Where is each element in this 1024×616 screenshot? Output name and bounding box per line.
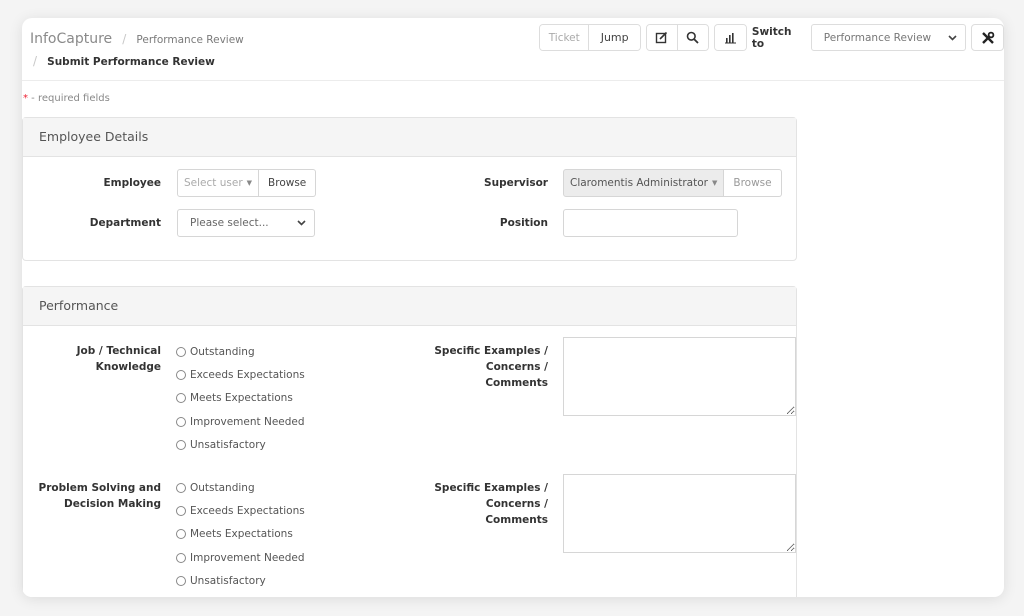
criterion-rating-group: Outstanding Exceeds Expectations Meets E… — [176, 340, 305, 456]
radio-button[interactable] — [176, 416, 186, 427]
rating-option[interactable]: Outstanding — [176, 340, 305, 363]
supervisor-label: Supervisor — [484, 177, 548, 189]
admin-tools-button[interactable] — [971, 24, 1004, 51]
app-window: InfoCapture / Performance Review / Submi… — [22, 18, 1004, 597]
radio-button[interactable] — [176, 369, 186, 380]
rating-option-label: Meets Expectations — [190, 392, 293, 405]
comments-label: Specific Examples / Concerns / Comments — [434, 482, 548, 526]
department-select[interactable]: Please select... — [177, 209, 315, 237]
employee-picker: Select user ▼ Browse — [177, 169, 317, 197]
radio-button[interactable] — [176, 439, 186, 450]
employee-details-panel: Employee Details Employee Select user ▼ B… — [22, 117, 797, 261]
rating-option[interactable]: Exceeds Expectations — [176, 363, 305, 386]
search-icon — [687, 31, 700, 44]
breadcrumb-current: Submit Performance Review — [47, 56, 215, 68]
breadcrumb-separator: / — [33, 54, 38, 68]
rating-option[interactable]: Unsatisfactory — [176, 433, 305, 456]
breadcrumb-app[interactable]: InfoCapture — [30, 31, 112, 47]
required-fields-text: - required fields — [28, 93, 110, 104]
department-value: Please select... — [190, 217, 269, 229]
employee-placeholder: Select user — [184, 177, 243, 189]
comments-textarea[interactable] — [563, 337, 796, 416]
radio-button[interactable] — [176, 482, 186, 493]
panel-title: Employee Details — [23, 118, 796, 157]
required-fields-note: * - required fields — [23, 93, 110, 104]
rating-option[interactable]: Improvement Needed — [176, 546, 305, 569]
rating-option[interactable]: Outstanding — [176, 476, 305, 499]
employee-label: Employee — [103, 177, 161, 189]
caret-down-icon: ▼ — [246, 179, 253, 187]
rating-option-label: Exceeds Expectations — [190, 504, 305, 517]
rating-option[interactable]: Improvement Needed — [176, 410, 305, 433]
employee-select[interactable]: Select user ▼ — [177, 169, 260, 197]
position-input[interactable] — [563, 209, 738, 237]
switch-to-label: Switch to — [751, 25, 792, 50]
rating-option-label: Exceeds Expectations — [190, 368, 305, 381]
ticket-jump-group: Ticket Jump — [539, 24, 641, 51]
supervisor-value: Claromentis Administrator — [570, 177, 708, 189]
chevron-down-icon — [297, 220, 306, 226]
supervisor-select[interactable]: Claromentis Administrator ▼ — [563, 169, 725, 197]
supervisor-browse-button[interactable]: Browse — [724, 169, 782, 197]
radio-button[interactable] — [176, 393, 186, 404]
ticket-input[interactable]: Ticket — [540, 25, 590, 50]
panel-title: Performance — [23, 287, 796, 326]
department-label: Department — [89, 217, 161, 229]
criterion-rating-group: Outstanding Exceeds Expectations Meets E… — [176, 476, 305, 592]
switch-to-value: Performance Review — [823, 31, 932, 44]
breadcrumb: InfoCapture / Performance Review / Submi… — [30, 28, 244, 69]
edit-button[interactable] — [646, 25, 678, 50]
rating-option-label: Unsatisfactory — [190, 438, 266, 451]
employee-browse-button[interactable]: Browse — [259, 169, 317, 197]
radio-button[interactable] — [176, 346, 186, 357]
radio-button[interactable] — [176, 529, 186, 540]
position-label: Position — [499, 217, 548, 229]
tools-icon — [981, 31, 994, 44]
comments-textarea[interactable] — [563, 474, 796, 553]
rating-option-label: Unsatisfactory — [190, 574, 266, 587]
comments-label: Specific Examples / Concerns / Comments — [434, 345, 548, 389]
rating-option[interactable]: Meets Expectations — [176, 523, 305, 546]
rating-option-label: Meets Expectations — [190, 528, 293, 541]
chart-icon — [725, 33, 737, 44]
radio-button[interactable] — [176, 575, 186, 586]
performance-panel: Performance Job / Technical Knowledge Ou… — [22, 286, 797, 597]
rating-option-label: Outstanding — [190, 481, 255, 494]
switch-to-select[interactable]: Performance Review — [810, 24, 967, 51]
rating-option[interactable]: Meets Expectations — [176, 387, 305, 410]
top-bar: InfoCapture / Performance Review / Submi… — [22, 18, 1004, 81]
caret-down-icon: ▼ — [711, 179, 718, 187]
criterion-label: Problem Solving and Decision Making — [38, 482, 161, 510]
toolbar: Ticket Jump Switch to Performance Review — [539, 24, 1004, 51]
edit-icon — [656, 31, 668, 44]
supervisor-picker: Claromentis Administrator ▼ Browse — [563, 169, 782, 197]
chevron-down-icon — [948, 34, 957, 41]
action-group — [645, 24, 710, 51]
rating-option[interactable]: Unsatisfactory — [176, 569, 305, 592]
reports-button[interactable] — [715, 25, 746, 50]
radio-button[interactable] — [176, 552, 186, 563]
rating-option-label: Outstanding — [190, 345, 255, 358]
criterion-label: Job / Technical Knowledge — [76, 345, 161, 373]
rating-option[interactable]: Exceeds Expectations — [176, 499, 305, 522]
radio-button[interactable] — [176, 505, 186, 516]
breadcrumb-separator: / — [122, 32, 127, 46]
jump-button[interactable]: Jump — [589, 25, 640, 50]
rating-option-label: Improvement Needed — [190, 415, 305, 428]
rating-option-label: Improvement Needed — [190, 551, 305, 564]
search-button[interactable] — [677, 25, 709, 50]
breadcrumb-section[interactable]: Performance Review — [136, 34, 243, 46]
reports-group — [714, 24, 747, 51]
